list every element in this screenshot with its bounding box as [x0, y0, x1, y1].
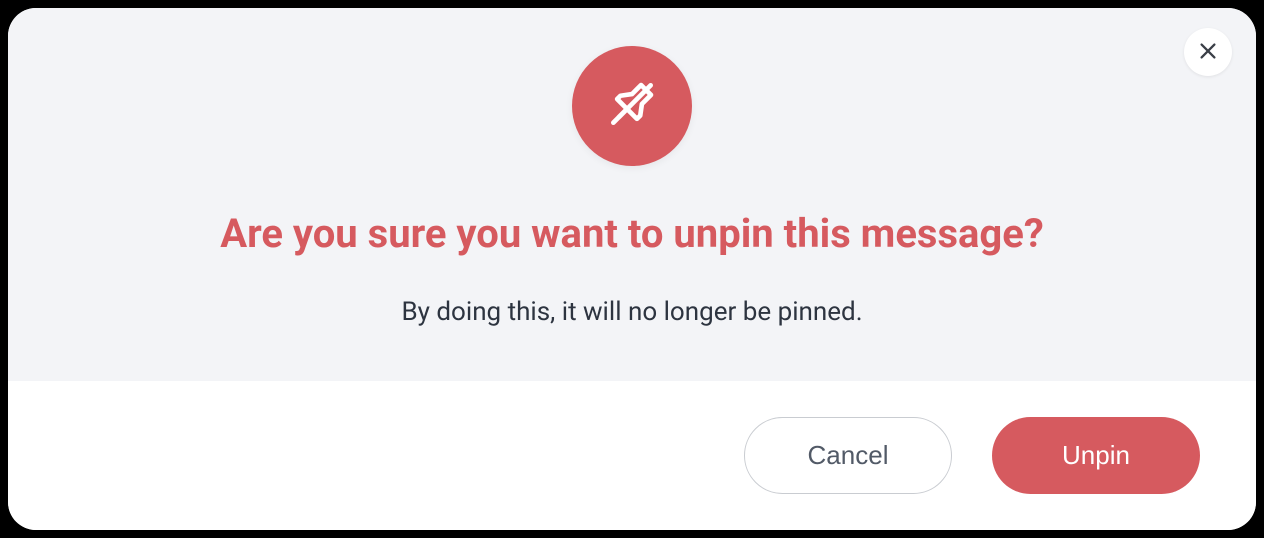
close-icon: [1197, 40, 1219, 65]
modal-body: Are you sure you want to unpin this mess…: [8, 8, 1256, 381]
cancel-button[interactable]: Cancel: [744, 417, 952, 494]
unpin-confirmation-modal: Are you sure you want to unpin this mess…: [8, 8, 1256, 530]
unpin-icon: [604, 76, 660, 136]
close-button[interactable]: [1184, 28, 1232, 76]
modal-footer: Cancel Unpin: [8, 381, 1256, 530]
modal-description: By doing this, it will no longer be pinn…: [401, 297, 862, 327]
unpin-button[interactable]: Unpin: [992, 417, 1200, 494]
modal-title: Are you sure you want to unpin this mess…: [220, 210, 1044, 257]
modal-icon-circle: [572, 46, 692, 166]
